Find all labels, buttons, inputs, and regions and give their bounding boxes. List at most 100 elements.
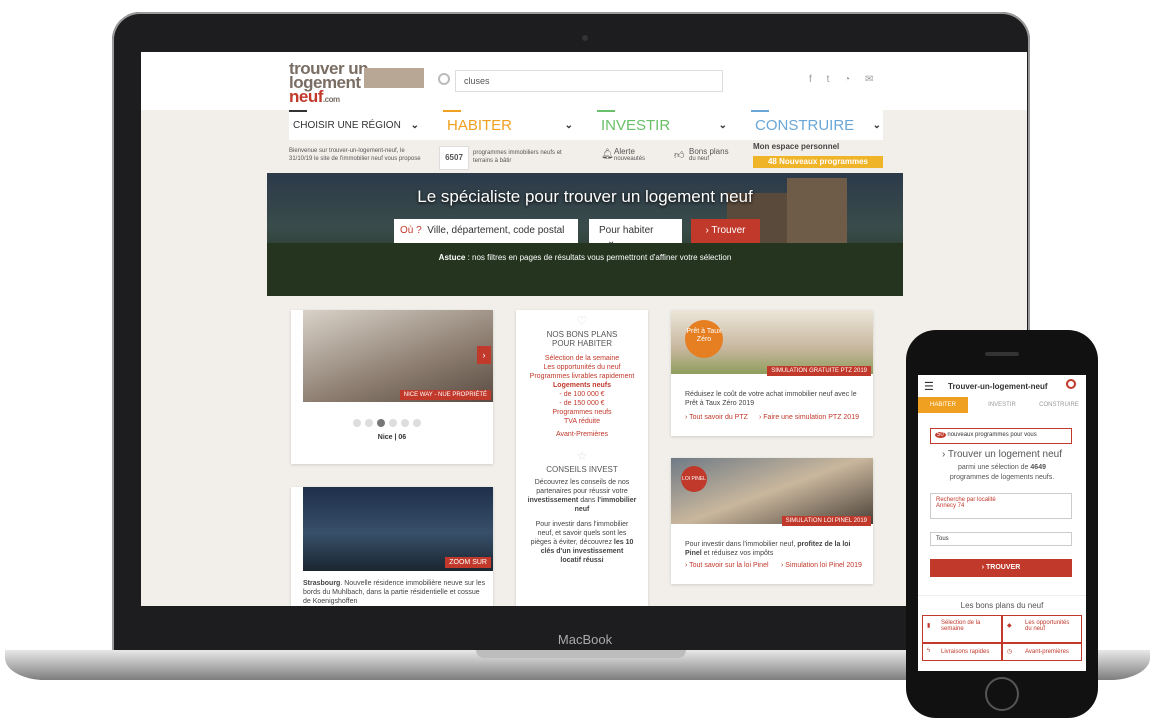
clock-icon: ◷ [1007, 649, 1013, 655]
next-arrow-icon[interactable]: › [477, 346, 491, 364]
chevron-down-icon: ⌄ [607, 236, 616, 247]
pinel-badge: LOI PINEL [681, 466, 707, 492]
zoom-card[interactable]: ZOOM SUR Strasbourg. Nouvelle résidence … [291, 487, 493, 606]
star-icon: ☆ [576, 449, 588, 463]
bookmark-icon: ▮ [927, 623, 931, 629]
tab-investir[interactable]: INVESTIR [974, 397, 1030, 413]
alerte-link[interactable]: Alerte nouveautés [614, 147, 645, 162]
chevron-down-icon: ⌄ [872, 119, 881, 131]
logo-com: .com [322, 95, 340, 104]
zoom-tag: ZOOM SUR [445, 557, 491, 568]
trouver-button[interactable]: › Trouver [691, 219, 760, 243]
zoom-city: Strasbourg [303, 580, 341, 587]
conseils-title: CONSEILS INVEST [546, 465, 618, 474]
trouver-button[interactable]: › TROUVER [930, 559, 1072, 577]
chevron-down-icon: ⌄ [410, 119, 419, 131]
phone-bons-item[interactable]: ◷ Avant-premières [1002, 643, 1082, 661]
program-tag: NICE WAY - NUE PROPRIÉTÉ [399, 390, 491, 400]
bons-link[interactable]: - de 100 000 € [516, 390, 648, 399]
rss-icon[interactable]: ◔ [844, 74, 856, 85]
phone-title: Trouver-un-logement-neuf [948, 382, 1048, 391]
menu-icon[interactable]: ☰ [924, 380, 934, 393]
tab-construire[interactable]: CONSTRUIRE [1032, 397, 1086, 413]
chevron-down-icon: ⌄ [718, 119, 727, 131]
phone-bons-title: Les bons plans du neuf [960, 601, 1044, 610]
espace-personnel-link[interactable]: Mon espace personnel [753, 142, 839, 151]
program-photo [303, 310, 493, 402]
bons-link[interactable]: Les opportunités du neuf [516, 363, 648, 372]
main-nav: CHOISIR UNE RÉGION ⌄ HABITER ⌄ INVESTIR ⌄ C… [289, 110, 883, 140]
pinel-simulation-link[interactable]: › Simulation loi Pinel 2019 [781, 561, 862, 570]
ptz-link[interactable]: › Tout savoir du PTZ [685, 413, 748, 422]
phone-bons-item[interactable]: ▮ Sélection de la semaine [922, 615, 1002, 643]
heart-icon: ♡ [576, 314, 588, 328]
social-icons: f t ◔ ✉ [809, 74, 879, 85]
ptz-card[interactable]: Prêt à Taux Zéro SIMULATION GRATUITE PTZ… [671, 310, 873, 436]
welcome-text: Bienvenue sur trouver-un-logement-neuf, … [289, 148, 421, 162]
facebook-icon[interactable]: f [809, 74, 818, 85]
laptop-notch [476, 650, 686, 658]
bons-title: NOS BONS PLANS POUR HABITER [546, 330, 618, 348]
pinel-card[interactable]: LOI PINEL SIMULATION LOI PINEL 2019 Pour… [671, 458, 873, 584]
program-count: 6507 [439, 146, 469, 170]
badge-count: 50 [935, 432, 946, 438]
nav-investir[interactable]: INVESTIR ⌄ [597, 110, 731, 140]
hero-banner: Le spécialiste pour trouver un logement … [267, 173, 903, 296]
home-button-icon[interactable] [985, 677, 1019, 711]
conseils-bold: investissement [527, 497, 579, 504]
program-city: Nice | 06 [377, 434, 407, 441]
ptz-tag: SIMULATION GRATUITE PTZ 2019 [767, 366, 871, 376]
site-logo[interactable]: trouver un logement neuf.com [289, 60, 429, 105]
bons-logements: Logements neufs [553, 382, 611, 389]
phone-headline: › Trouver un logement neuf [941, 449, 1063, 460]
conseils-text: Découvrez les conseils de nos partenaire… [534, 479, 630, 495]
logo-text-3: neuf [289, 87, 323, 106]
bons-programmes: Programmes neufs [552, 409, 612, 416]
mail-icon[interactable]: ✉ [865, 74, 879, 85]
bons-plans-column: ♡ NOS BONS PLANS POUR HABITER Sélection … [516, 310, 648, 606]
ptz-badge: Prêt à Taux Zéro [685, 320, 723, 358]
ptz-text: Réduisez le coût de votre achat immobili… [685, 391, 857, 407]
location-input[interactable]: Où ? Ville, département, code postal [394, 219, 578, 243]
bons-link[interactable]: Avant-Premières [516, 430, 648, 439]
lightning-icon: ϟ [927, 648, 931, 654]
bons-link[interactable]: - de 150 000 € [516, 399, 648, 408]
bons-link[interactable]: TVA réduite [516, 417, 648, 426]
twitter-icon[interactable]: t [827, 74, 836, 85]
nav-region[interactable]: CHOISIR UNE RÉGION ⌄ [289, 110, 423, 140]
nouveaux-programmes-button[interactable]: 48 Nouveaux programmes [753, 156, 883, 168]
bons-plans-link[interactable]: Bons plans du neuf [689, 147, 729, 162]
tag-icon: ◆ [1007, 623, 1012, 629]
search-icon[interactable] [1066, 379, 1076, 389]
search-icon[interactable] [438, 73, 450, 85]
phone-bons-item[interactable]: ◆ Les opportunités du neuf [1002, 615, 1082, 643]
carousel-dots[interactable] [351, 414, 423, 432]
thumbs-up-icon: 👍︎ [674, 150, 685, 161]
search-input[interactable]: cluses [455, 70, 723, 92]
pinel-text: Pour investir dans l'immobilier neuf, [685, 541, 798, 548]
type-select[interactable]: Tous [930, 532, 1072, 546]
tab-habiter[interactable]: HABITER [918, 397, 968, 413]
bons-link[interactable]: Programmes livrables rapidement [516, 372, 648, 381]
pinel-link[interactable]: › Tout savoir sur la loi Pinel [685, 561, 769, 570]
nav-construire[interactable]: CONSTRUIRE ⌄ [751, 110, 885, 140]
usage-select[interactable]: Pour habiter ⌄ [589, 219, 682, 247]
bons-link[interactable]: Sélection de la semaine [516, 354, 648, 363]
laptop-screen: trouver un logement neuf.com cluses f t … [141, 52, 1027, 606]
hero-tip: Astuce : nos filtres en pages de résulta… [438, 253, 732, 262]
nouveaux-badge[interactable]: 50 nouveaux programmes pour vous [930, 428, 1072, 444]
nav-habiter[interactable]: HABITER ⌄ [443, 110, 577, 140]
locality-input[interactable]: Recherche par localité Annecy 74 [930, 493, 1072, 519]
bell-icon: 🔔︎ [601, 149, 614, 160]
program-card[interactable]: › NICE WAY - NUE PROPRIÉTÉ Nice | 06 [291, 310, 493, 464]
phone-speaker [985, 352, 1019, 356]
chevron-down-icon: ⌄ [564, 119, 573, 131]
ptz-simulation-link[interactable]: › Faire une simulation PTZ 2019 [759, 413, 859, 422]
phone-bons-item[interactable]: ϟ Livraisons rapides [922, 643, 1002, 661]
camera-icon [582, 35, 588, 41]
laptop-brand: MacBook [557, 632, 613, 647]
phone-screen: ☰ Trouver-un-logement-neuf HABITER INVES… [918, 375, 1086, 671]
phone-sub: parmi une sélection de [958, 464, 1031, 471]
phone-sub-2: programmes de logements neufs. [949, 474, 1055, 481]
phone-sub-count: 4649 [1030, 464, 1046, 471]
